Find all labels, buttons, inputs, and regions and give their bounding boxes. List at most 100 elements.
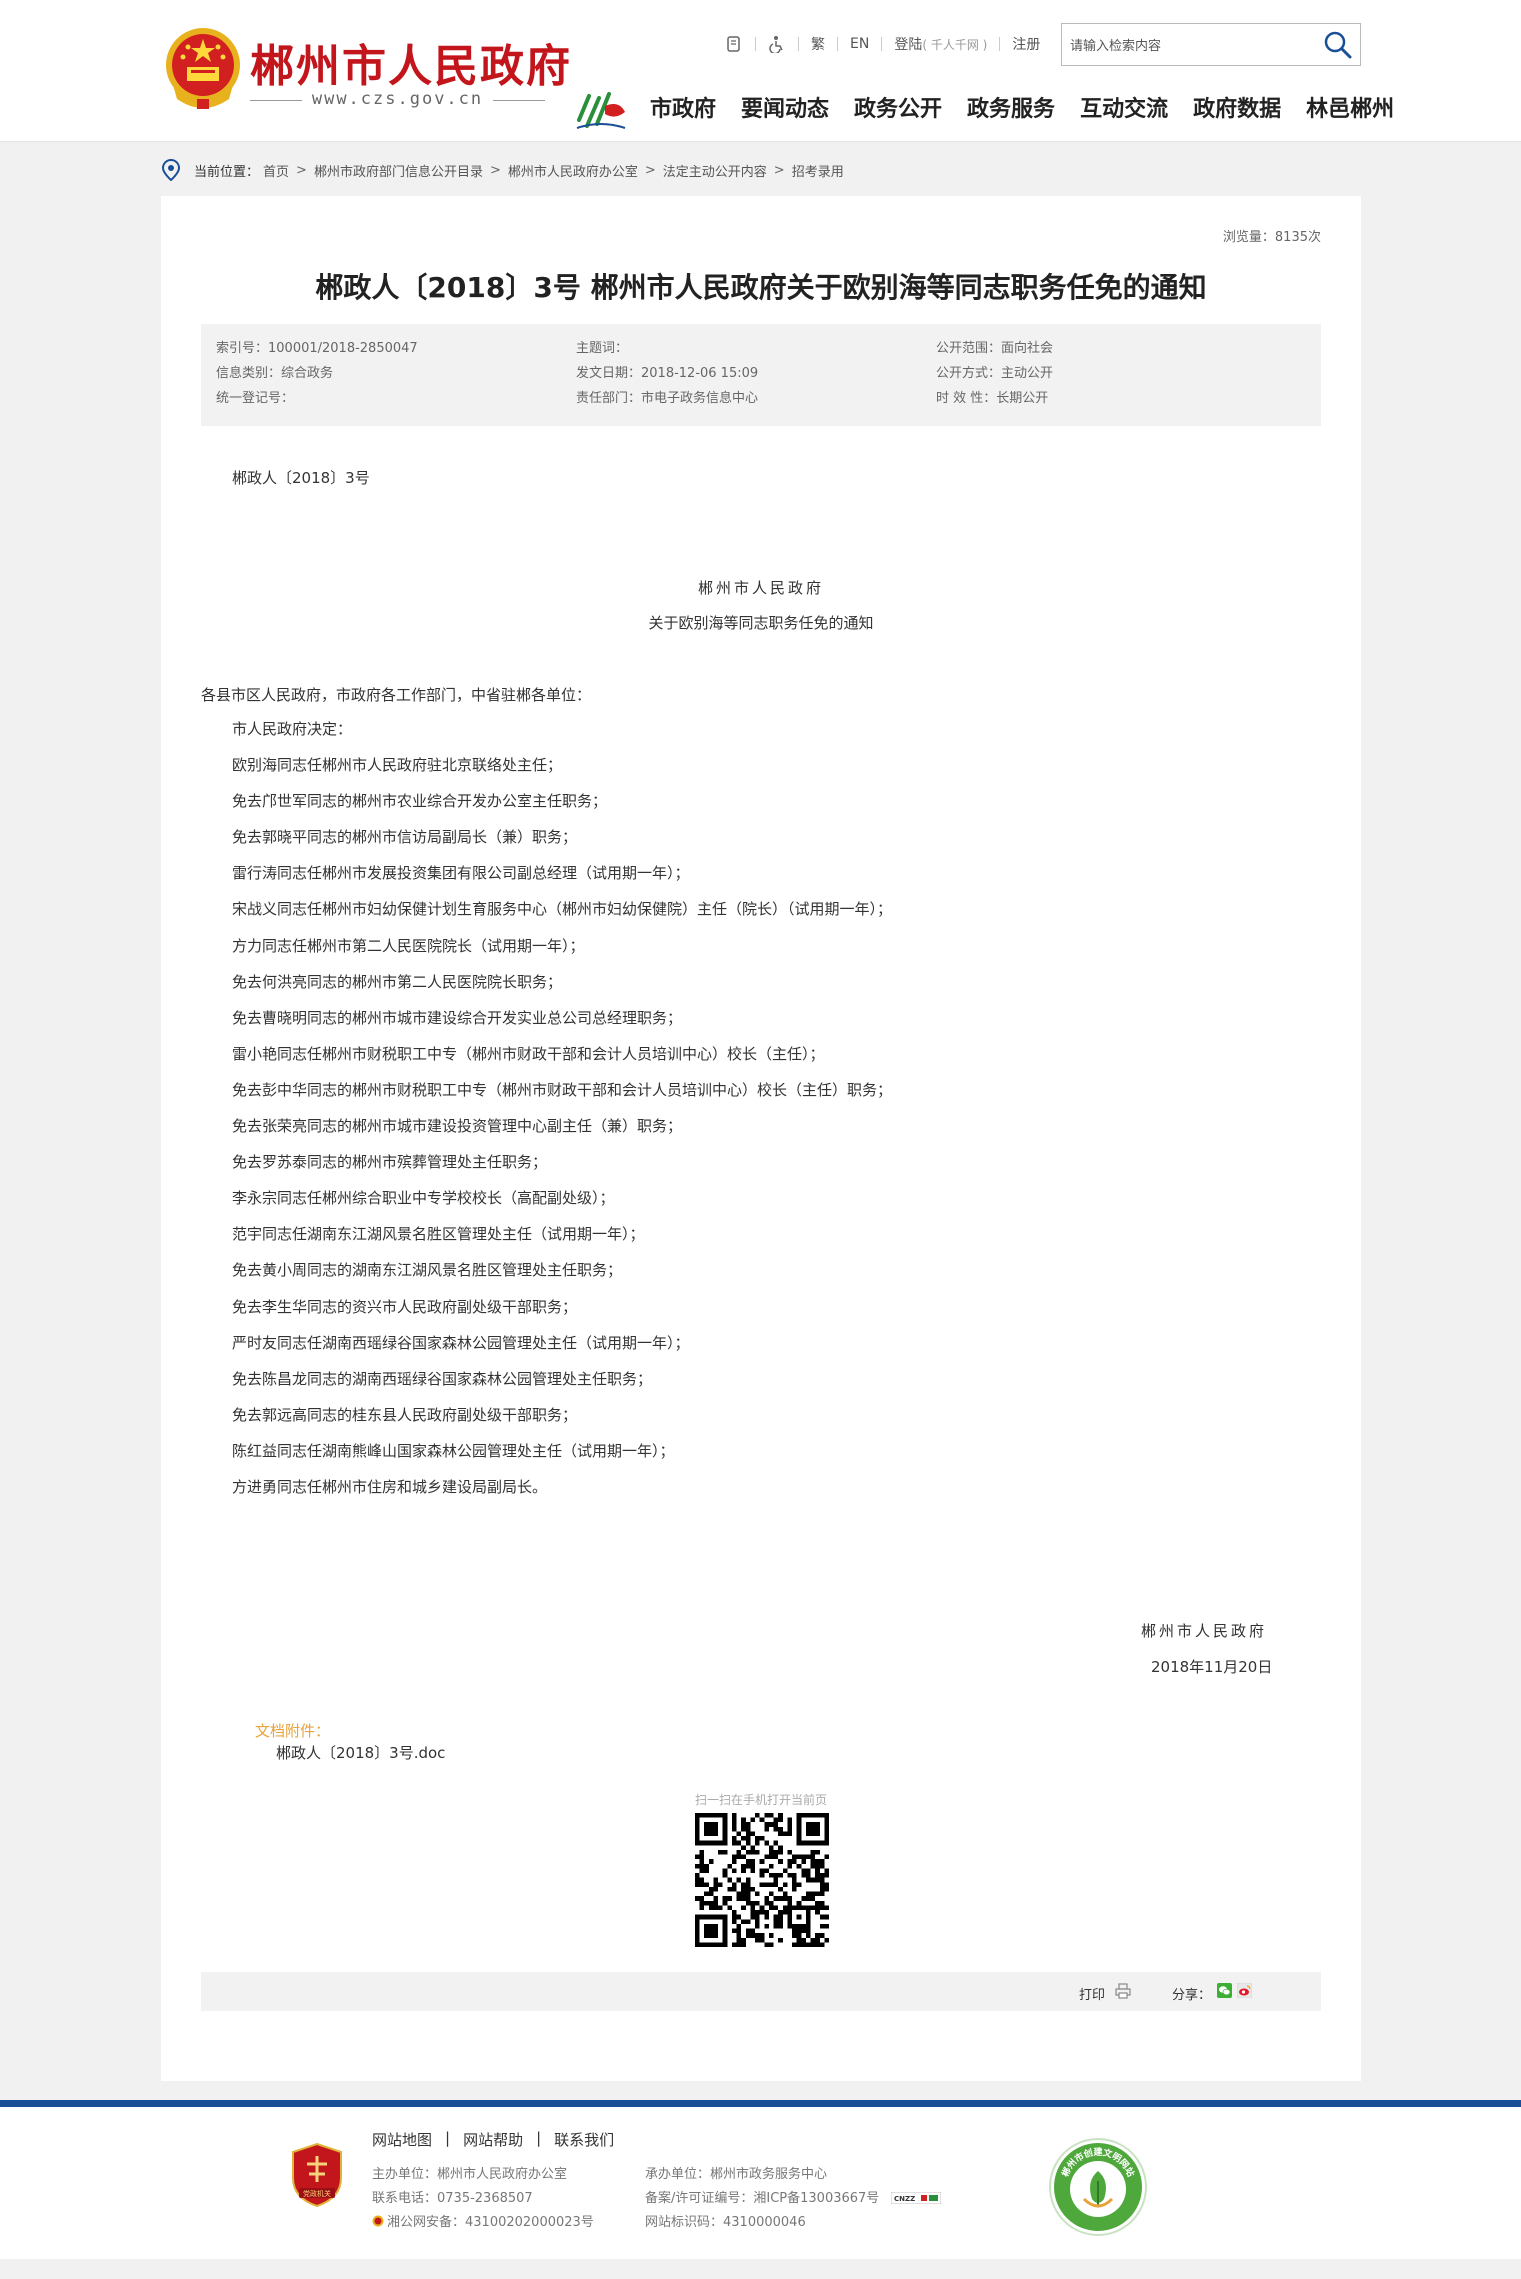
- body-line: 市人民政府决定：: [232, 720, 353, 738]
- nav-item-gov-service[interactable]: 政务服务: [967, 94, 1055, 126]
- cnzz-text: CNZZ: [894, 2195, 915, 2203]
- cnzz-stat-icon[interactable]: CNZZ: [891, 2192, 942, 2204]
- body-line: 方力同志任郴州市第二人民医院院长（试用期一年）；: [232, 936, 585, 955]
- meta-mode: 公开方式：主动公开: [936, 366, 1054, 381]
- body-line: 欧别海同志任郴州市人民政府驻北京联络处主任；: [232, 756, 563, 775]
- breadcrumb-separator: >: [489, 162, 501, 178]
- breadcrumb-item-office[interactable]: 郴州市人民政府办公室: [508, 161, 638, 180]
- national-emblem-icon[interactable]: [163, 25, 243, 113]
- body-line: 范宇同志任湖南东江湖风景名胜区管理处主任（试用期一年）；: [232, 1225, 645, 1244]
- footer-phone: 联系电话：0735-2368507: [372, 2191, 533, 2206]
- breadcrumb-item-catalog[interactable]: 郴州市政府部门信息公开目录: [314, 161, 483, 180]
- footer-link-separator: |: [445, 2129, 451, 2147]
- body-line: 李永宗同志任郴州综合职业中专学校校长（高配副处级）；: [232, 1189, 615, 1208]
- login-link[interactable]: 登陆: [894, 34, 922, 54]
- nav-item-city-gov[interactable]: 市政府: [650, 94, 716, 126]
- footer-link-sitemap[interactable]: 网站地图: [372, 2129, 432, 2150]
- meta-reg-no: 统一登记号：: [216, 391, 295, 406]
- footer-police-row: 湘公网安备：43100202000023号: [372, 2211, 594, 2230]
- site-url-row: www.czs.gov.cn: [250, 89, 545, 111]
- breadcrumb-separator: >: [644, 162, 656, 178]
- police-badge-icon[interactable]: [372, 2215, 384, 2227]
- nav-item-interaction[interactable]: 互动交流: [1080, 94, 1168, 126]
- search-icon[interactable]: [1322, 29, 1354, 61]
- footer-police[interactable]: 湘公网安备：43100202000023号: [387, 2215, 594, 2230]
- body-line: 免去张荣亮同志的郴州市城市建设投资管理中心副主任（兼）职务；: [232, 1117, 683, 1136]
- breadcrumb-separator: >: [773, 162, 785, 178]
- printer-icon[interactable]: [1115, 1983, 1131, 1999]
- weibo-icon[interactable]: [1237, 1983, 1252, 1998]
- body-line: 陈红益同志任湖南熊峰山国家森林公园管理处主任（试用期一年）；: [232, 1441, 675, 1460]
- article-panel: 浏览量：8135次 郴政人〔2018〕3号 郴州市人民政府关于欧别海等同志职务任…: [161, 196, 1361, 2081]
- share-label: 分享：: [1172, 1988, 1212, 2003]
- footer-link-contact[interactable]: 联系我们: [554, 2129, 614, 2150]
- breadcrumb-item-content[interactable]: 法定主动公开内容: [663, 161, 767, 180]
- breadcrumb-separator: >: [296, 162, 307, 178]
- site-title[interactable]: 郴州市人民政府: [250, 30, 572, 94]
- meta-scope: 公开范围：面向社会: [936, 341, 1054, 356]
- article-meta: 索引号：100001/2018-2850047 信息类别：综合政务 统一登记号：…: [201, 324, 1321, 426]
- footer-accent-bar: [0, 2100, 1521, 2107]
- signature-org: 郴州市人民政府: [1141, 1622, 1268, 1640]
- bottom-spacer: [0, 2259, 1521, 2279]
- meta-index-no: 索引号：100001/2018-2850047: [216, 341, 418, 356]
- body-line: 雷行涛同志任郴州市发展投资集团有限公司副总经理（试用期一年）；: [232, 864, 690, 883]
- nav-item-linyi[interactable]: 林邑郴州: [1306, 94, 1394, 126]
- traditional-chinese-link[interactable]: 繁: [811, 34, 825, 54]
- view-count: 浏览量：8135次: [1222, 230, 1321, 245]
- footer-icp[interactable]: 备案/许可证编号：湘ICP备13003667号: [645, 2191, 879, 2206]
- body-line: 方进勇同志任郴州市住房和城乡建设局副局长。: [232, 1477, 548, 1496]
- nav-item-news[interactable]: 要闻动态: [741, 94, 829, 126]
- meta-category: 信息类别：综合政务: [216, 366, 334, 381]
- meta-validity: 时 效 性：长期公开: [936, 391, 1049, 406]
- location-pin-icon: [162, 159, 180, 181]
- site-header: 郴州市人民政府 www.czs.gov.cn 繁 EN 登陆 ( 千人千网 ) …: [0, 0, 1521, 142]
- hearing-aid-icon[interactable]: [725, 35, 743, 53]
- civic-website-badge-icon[interactable]: 郴州市创建文明网站: [1048, 2137, 1148, 2237]
- site-url: www.czs.gov.cn: [311, 89, 484, 109]
- body-line: 免去何洪亮同志的郴州市第二人民医院院长职务；: [232, 972, 563, 991]
- nav-item-gov-open[interactable]: 政务公开: [854, 94, 942, 126]
- attachment-label: 文档附件：: [255, 1722, 331, 1740]
- footer-sponsor: 主办单位：郴州市人民政府办公室: [372, 2167, 568, 2182]
- english-link[interactable]: EN: [850, 36, 869, 52]
- body-line: 免去陈昌龙同志的湖南西瑶绿谷国家森林公园管理处主任职务；: [232, 1369, 653, 1388]
- main-nav: 市政府 要闻动态 政务公开 政务服务 互动交流 政府数据 林邑郴州: [650, 94, 1394, 126]
- footer-link-help[interactable]: 网站帮助: [463, 2129, 523, 2150]
- breadcrumb-label: 当前位置：: [194, 164, 260, 180]
- breadcrumb-item-home[interactable]: 首页: [263, 161, 289, 180]
- party-badge-text: 党政机关: [303, 2189, 331, 2198]
- issuing-org-heading: 郴州市人民政府: [697, 579, 824, 597]
- meta-dept: 责任部门：市电子政务信息中心: [576, 391, 759, 406]
- addressee: 各县市区人民政府，市政府各工作部门，中省驻郴各单位：: [201, 686, 592, 704]
- login-note: ( 千人千网 ): [922, 37, 988, 52]
- body-line: 免去郭晓平同志的郴州市信访局副局长（兼）职务；: [232, 828, 578, 847]
- body-line: 免去罗苏泰同志的郴州市殡葬管理处主任职务；: [232, 1153, 548, 1172]
- footer-undertaker: 承办单位：郴州市政务服务中心: [645, 2167, 828, 2182]
- breadcrumb-item-recruit[interactable]: 招考录用: [792, 161, 844, 180]
- nav-item-gov-data[interactable]: 政府数据: [1193, 94, 1281, 126]
- notice-subheading: 关于欧别海等同志职务任免的通知: [648, 614, 874, 632]
- print-button[interactable]: 打印: [1079, 1984, 1105, 2003]
- wechat-icon[interactable]: [1217, 1983, 1232, 1998]
- qr-code-icon: [695, 1813, 829, 1947]
- footer-site-code: 网站标识码：4310000046: [645, 2215, 806, 2230]
- body-line: 免去曹晓明同志的郴州市城市建设综合开发实业总公司总经理职务；: [232, 1008, 683, 1027]
- share-bar: 打印 分享：: [201, 1972, 1321, 2011]
- body-line: 免去郭远高同志的桂东县人民政府副处级干部职务；: [232, 1405, 578, 1424]
- body-line: 雷小艳同志任郴州市财税职工中专（郴州市财政干部和会计人员培训中心）校长（主任）；: [232, 1044, 825, 1063]
- meta-subject: 主题词：: [576, 341, 629, 356]
- breadcrumb: 当前位置： 首页 > 郴州市政府部门信息公开目录 > 郴州市人民政府办公室 > …: [162, 158, 844, 182]
- accessibility-icon[interactable]: [768, 35, 786, 53]
- signature-date: 2018年11月20日: [1151, 1658, 1273, 1676]
- top-links: 繁 EN 登陆 ( 千人千网 ) 注册: [725, 34, 1040, 54]
- search-box: [1061, 23, 1361, 66]
- search-input[interactable]: [1070, 32, 1310, 58]
- register-link[interactable]: 注册: [1012, 34, 1040, 54]
- attachment-link[interactable]: 郴政人〔2018〕3号.doc: [276, 1742, 445, 1763]
- body-line: 免去邝世军同志的郴州市农业综合开发办公室主任职务；: [232, 792, 608, 811]
- body-line: 宋战义同志任郴州市妇幼保健计划生育服务中心（郴州市妇幼保健院）主任（院长）（试用…: [232, 900, 893, 919]
- party-gov-badge-icon[interactable]: 党政机关: [289, 2142, 345, 2208]
- body-line: 免去黄小周同志的湖南东江湖风景名胜区管理处主任职务；: [232, 1261, 623, 1280]
- footer-links: 网站地图 | 网站帮助 | 联系我们: [372, 2129, 614, 2150]
